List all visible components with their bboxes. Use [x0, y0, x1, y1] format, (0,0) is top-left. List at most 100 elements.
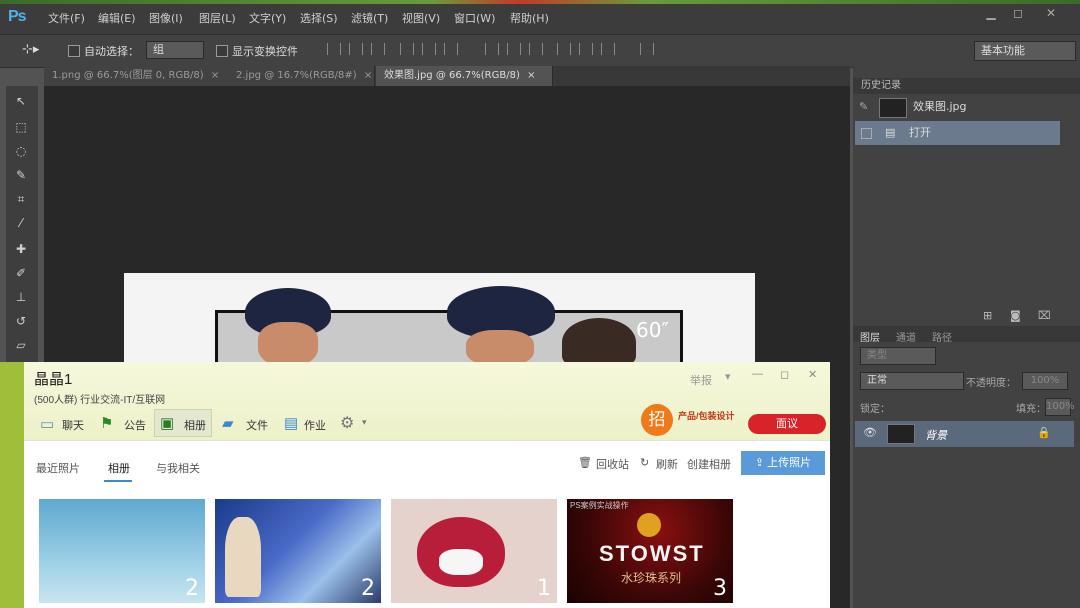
tab-channels[interactable]: 通道: [896, 329, 916, 344]
maximize-button[interactable]: ◻: [1007, 6, 1029, 22]
menu-window[interactable]: 窗口(W): [454, 10, 495, 26]
qq-maximize-button[interactable]: ◻: [780, 368, 789, 381]
menu-select[interactable]: 选择(S): [300, 10, 338, 26]
nav-files[interactable]: 文件: [246, 417, 268, 433]
create-album-link[interactable]: 创建相册: [687, 456, 731, 472]
report-button[interactable]: 举报: [690, 372, 712, 388]
tab-layers[interactable]: 图层: [860, 329, 880, 344]
history-panel-title[interactable]: 历史记录: [853, 78, 1080, 94]
workspace-dropdown[interactable]: 基本功能: [974, 41, 1076, 61]
distribute-hcenter-icon[interactable]: [579, 43, 593, 55]
tab-effect-jpg[interactable]: 效果图.jpg @ 66.7%(RGB/8) ×: [376, 66, 553, 86]
history-brush-tool-icon[interactable]: ↺: [12, 314, 30, 332]
align-right-icon[interactable]: [444, 43, 458, 55]
ad-button[interactable]: 面议: [748, 414, 826, 434]
crop-tool-icon[interactable]: ⌗: [12, 192, 30, 210]
opacity-input[interactable]: 100%: [1022, 372, 1068, 390]
eyedropper-tool-icon[interactable]: ⁄: [12, 216, 30, 234]
tab-paths[interactable]: 路径: [932, 329, 952, 344]
align-top-icon[interactable]: [327, 43, 341, 55]
new-document-icon[interactable]: ⊞: [983, 309, 992, 322]
album-card[interactable]: PS案例实战操作 STOWST 水珍珠系列 3: [567, 499, 733, 603]
menu-help[interactable]: 帮助(H): [510, 10, 549, 26]
trash-icon[interactable]: ⌧: [1038, 309, 1051, 322]
tab-close-icon[interactable]: ×: [364, 70, 372, 81]
distribute-right-icon[interactable]: [601, 43, 615, 55]
nav-chat[interactable]: 聊天: [62, 417, 84, 433]
align-vcenter-icon[interactable]: [349, 43, 363, 55]
align-left-icon[interactable]: [400, 43, 414, 55]
distribute-left-icon[interactable]: [557, 43, 571, 55]
move-tool-icon[interactable]: ↖: [12, 94, 30, 112]
nav-notice[interactable]: 公告: [124, 417, 146, 433]
menu-view[interactable]: 视图(V): [402, 10, 440, 26]
distribute-top-icon[interactable]: [485, 43, 499, 55]
show-transform-checkbox[interactable]: [216, 45, 228, 57]
stamp-tool-icon[interactable]: ⊥: [12, 290, 30, 308]
homework-icon[interactable]: ▤: [284, 414, 298, 432]
qq-minimize-button[interactable]: —: [752, 368, 763, 380]
layer-row-background[interactable]: 👁 背景 🔒: [855, 421, 1074, 447]
snapshot-camera-icon[interactable]: ◙: [1010, 309, 1021, 322]
layer-visibility-icon[interactable]: 👁: [863, 426, 877, 439]
tab-related-to-me[interactable]: 与我相关: [156, 460, 200, 476]
ad-badge[interactable]: 招: [641, 404, 673, 436]
distribute-bottom-icon[interactable]: [529, 43, 543, 55]
tab-2-jpg[interactable]: 2.jpg @ 16.7%(RGB/8#) ×: [228, 66, 375, 86]
close-button[interactable]: ✕: [1040, 6, 1062, 22]
align-bottom-icon[interactable]: [371, 43, 385, 55]
menu-type[interactable]: 文字(Y): [249, 10, 286, 26]
quick-select-tool-icon[interactable]: ✎: [12, 168, 30, 186]
history-step[interactable]: ▤ 打开: [855, 121, 1060, 145]
recycle-bin-icon[interactable]: 🗑: [578, 456, 592, 469]
tab-albums[interactable]: 相册: [108, 460, 130, 476]
menu-layer[interactable]: 图层(L): [199, 10, 236, 26]
step-source-icon[interactable]: [861, 128, 872, 139]
distribute-vcenter-icon[interactable]: [507, 43, 521, 55]
refresh-icon[interactable]: ↻: [640, 456, 649, 469]
menu-filter[interactable]: 滤镜(T): [351, 10, 388, 26]
tab-recent-photos[interactable]: 最近照片: [36, 460, 80, 476]
upload-photos-button[interactable]: ⇪ 上传照片: [741, 451, 825, 475]
layer-filter-dropdown[interactable]: 类型: [860, 347, 936, 365]
auto-align-icon[interactable]: [640, 43, 654, 55]
album-card[interactable]: 2: [39, 499, 205, 603]
blend-mode-dropdown[interactable]: 正常: [860, 372, 964, 390]
lasso-tool-icon[interactable]: ◌: [12, 144, 30, 162]
settings-gear-icon[interactable]: ⚙: [340, 413, 354, 433]
menu-image[interactable]: 图像(I): [149, 10, 183, 26]
tab-close-icon[interactable]: ×: [211, 70, 219, 81]
menu-edit[interactable]: 编辑(E): [98, 10, 136, 26]
menu-chevron-icon[interactable]: ▾: [725, 370, 731, 383]
refresh-link[interactable]: 刷新: [656, 456, 678, 472]
notice-flag-icon[interactable]: ⚑: [100, 414, 113, 432]
recycle-bin-link[interactable]: 回收站: [596, 456, 629, 472]
nav-homework[interactable]: 作业: [304, 417, 326, 433]
qq-close-button[interactable]: ✕: [808, 368, 817, 381]
eraser-tool-icon[interactable]: ▱: [12, 338, 30, 356]
marquee-tool-icon[interactable]: ⬚: [12, 120, 30, 138]
minimize-button[interactable]: ▁: [980, 6, 1002, 22]
chat-icon[interactable]: ▭: [40, 415, 54, 433]
nav-album[interactable]: 相册: [184, 417, 206, 433]
move-tool-icon[interactable]: ⊹▸: [22, 42, 39, 57]
album-picture-icon[interactable]: ▣: [160, 414, 174, 432]
brush-tool-icon[interactable]: ✐: [12, 266, 30, 284]
settings-chevron-icon[interactable]: ▾: [362, 417, 367, 428]
opacity-label: 不透明度：: [966, 378, 1016, 389]
tab-close-icon[interactable]: ×: [527, 70, 535, 81]
history-snapshot[interactable]: ✎ 效果图.jpg: [855, 95, 1060, 119]
album-card[interactable]: 1: [391, 499, 557, 603]
align-hcenter-icon[interactable]: [422, 43, 436, 55]
fill-input[interactable]: 100%: [1045, 398, 1075, 416]
header-divider: [24, 440, 830, 441]
healing-tool-icon[interactable]: ✚: [12, 242, 30, 260]
folder-icon[interactable]: ▰: [222, 414, 234, 432]
auto-select-dropdown[interactable]: 组: [146, 41, 204, 59]
album-card[interactable]: 2: [215, 499, 381, 603]
ad-text[interactable]: 产品/包装设计: [678, 409, 735, 422]
auto-select-label: 自动选择：: [84, 45, 139, 58]
menu-file[interactable]: 文件(F): [48, 10, 85, 26]
tab-1-png[interactable]: 1.png @ 66.7%(图层 0, RGB/8) ×: [44, 66, 235, 86]
auto-select-checkbox[interactable]: [68, 45, 80, 57]
